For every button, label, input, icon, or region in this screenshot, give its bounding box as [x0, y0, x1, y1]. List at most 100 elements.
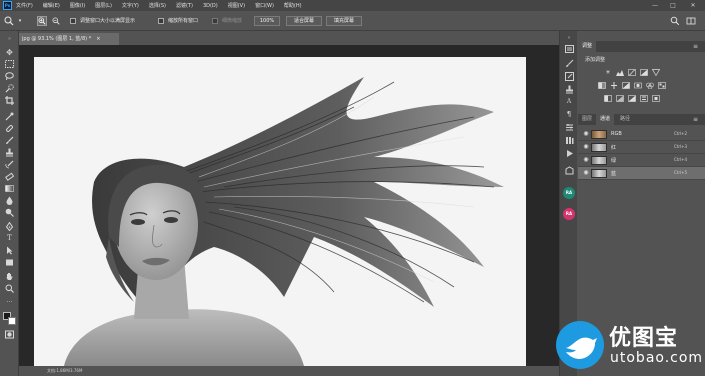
hue-saturation-icon[interactable]: [598, 82, 606, 89]
watermark-brand: 优图宝: [609, 326, 679, 351]
document-canvas[interactable]: [34, 57, 526, 366]
brush-tool-icon[interactable]: [3, 136, 16, 145]
minimize-button[interactable]: —: [648, 0, 662, 11]
gradient-map-icon[interactable]: [640, 95, 648, 102]
menu-type[interactable]: 文字(Y): [122, 2, 139, 9]
properties-icon[interactable]: [563, 123, 575, 132]
clone-stamp-tool-icon[interactable]: [3, 148, 16, 157]
levels-icon[interactable]: [616, 69, 624, 76]
menu-edit[interactable]: 编辑(E): [43, 2, 60, 9]
resize-windows-checkbox[interactable]: [70, 18, 76, 24]
tab-channels[interactable]: 通道: [596, 114, 615, 125]
lasso-tool-icon[interactable]: [3, 72, 16, 81]
menu-file[interactable]: 文件(F): [16, 2, 33, 9]
history-brush-tool-icon[interactable]: [3, 160, 16, 169]
move-tool-icon[interactable]: ✥: [3, 48, 16, 57]
posterize-icon[interactable]: [616, 95, 624, 102]
swatches-icon[interactable]: [563, 166, 575, 175]
tab-adjustments[interactable]: 调整: [578, 41, 597, 52]
libraries-icon[interactable]: [563, 136, 575, 145]
quick-select-tool-icon[interactable]: [3, 84, 16, 93]
color-balance-icon[interactable]: [610, 82, 618, 89]
channel-row-rgb[interactable]: ◉ RGB Ctrl+2: [578, 128, 705, 141]
channel-row-green[interactable]: ◉ 绿 Ctrl+4: [578, 154, 705, 167]
eraser-tool-icon[interactable]: [3, 172, 16, 181]
marquee-tool-icon[interactable]: [3, 60, 16, 69]
photo-filter-icon[interactable]: [634, 82, 642, 89]
channels-menu-icon[interactable]: ≡: [693, 114, 698, 125]
zoom-tool-icon[interactable]: [4, 16, 14, 26]
workspace-icon[interactable]: [686, 16, 696, 26]
clone-source-icon[interactable]: [563, 85, 575, 94]
visibility-eye-icon[interactable]: ◉: [582, 143, 590, 151]
document-tab[interactable]: jpg @ 93.1% (图层 1, 蓝/8) * ×: [19, 33, 119, 45]
curves-icon[interactable]: [628, 69, 636, 76]
pen-tool-icon[interactable]: [3, 221, 16, 232]
vibrance-icon[interactable]: [651, 69, 661, 77]
close-document-icon[interactable]: ×: [96, 36, 100, 42]
zoom-out-icon[interactable]: [51, 16, 61, 26]
zoom-tool-sidebar-icon[interactable]: [3, 284, 16, 293]
ra-plugin-button-teal[interactable]: RA: [563, 187, 575, 199]
zoom-all-windows-checkbox[interactable]: [158, 18, 164, 24]
fit-screen-button[interactable]: 适合屏幕: [286, 16, 322, 26]
fill-screen-button[interactable]: 填充屏幕: [326, 16, 362, 26]
threshold-icon[interactable]: [628, 95, 636, 102]
search-icon[interactable]: [670, 16, 680, 26]
menu-window[interactable]: 窗口(W): [255, 2, 274, 9]
black-white-icon[interactable]: [622, 82, 630, 89]
path-selection-tool-icon[interactable]: [3, 246, 16, 255]
close-window-button[interactable]: ✕: [686, 0, 700, 11]
menu-filter[interactable]: 滤镜(T): [176, 2, 193, 9]
menu-image[interactable]: 图像(I): [70, 2, 85, 9]
zoom-in-icon[interactable]: [37, 16, 47, 26]
adjustments-menu-icon[interactable]: ≡: [693, 41, 698, 52]
brightness-contrast-icon[interactable]: ☀: [604, 69, 612, 76]
visibility-eye-icon[interactable]: ◉: [582, 130, 590, 138]
more-tools-icon[interactable]: ···: [3, 298, 16, 307]
brush-settings-icon[interactable]: [563, 59, 575, 68]
selective-color-icon[interactable]: [652, 95, 660, 102]
quick-mask-icon[interactable]: [3, 330, 16, 339]
tool-preset-dropdown-icon[interactable]: ▾: [15, 16, 25, 26]
brushes-panel-icon[interactable]: [563, 72, 575, 81]
zoom-100-button[interactable]: 100%: [254, 16, 280, 26]
channel-name: 蓝: [611, 171, 617, 177]
color-lookup-icon[interactable]: [658, 82, 666, 89]
channel-row-blue[interactable]: ◉ 蓝 Ctrl+5: [578, 167, 705, 180]
actions-icon[interactable]: [563, 149, 575, 158]
menu-3d[interactable]: 3D(D): [203, 3, 218, 9]
exposure-icon[interactable]: [640, 69, 648, 76]
blur-tool-icon[interactable]: [3, 196, 16, 205]
invert-icon[interactable]: [604, 95, 612, 102]
paragraph-panel-icon[interactable]: ¶: [563, 110, 575, 119]
strip-collapse-icon[interactable]: «: [563, 34, 575, 43]
tab-paths[interactable]: 路径: [616, 114, 634, 125]
document-tab-label: jpg @ 93.1% (图层 1, 蓝/8) *: [22, 36, 92, 42]
channel-row-red[interactable]: ◉ 红 Ctrl+3: [578, 141, 705, 154]
character-panel-icon[interactable]: A: [563, 97, 575, 106]
visibility-eye-icon[interactable]: ◉: [582, 156, 590, 164]
type-tool-icon[interactable]: T: [3, 234, 16, 243]
hand-tool-icon[interactable]: [3, 272, 16, 281]
channel-mixer-icon[interactable]: [646, 82, 654, 90]
healing-brush-tool-icon[interactable]: [3, 124, 16, 133]
menu-view[interactable]: 视图(V): [228, 2, 245, 9]
toolbar-collapse-icon[interactable]: »: [3, 35, 16, 44]
ra-plugin-button-pink[interactable]: RA: [563, 208, 575, 220]
gradient-tool-icon[interactable]: [3, 184, 16, 193]
crop-tool-icon[interactable]: [3, 96, 16, 105]
visibility-eye-icon[interactable]: ◉: [582, 169, 590, 177]
menu-layer[interactable]: 图层(L): [95, 2, 112, 9]
scrubby-zoom-checkbox[interactable]: [212, 18, 218, 24]
eyedropper-tool-icon[interactable]: [3, 112, 16, 121]
rectangle-tool-icon[interactable]: [3, 258, 16, 267]
channel-name: 红: [611, 145, 617, 151]
maximize-button[interactable]: □: [666, 0, 680, 11]
background-color-swatch[interactable]: [8, 317, 16, 325]
menu-help[interactable]: 帮助(H): [284, 2, 302, 9]
history-panel-icon[interactable]: [563, 45, 575, 54]
menu-select[interactable]: 选择(S): [149, 2, 166, 9]
dodge-tool-icon[interactable]: [3, 208, 16, 217]
tab-layers[interactable]: 图层: [578, 114, 596, 125]
